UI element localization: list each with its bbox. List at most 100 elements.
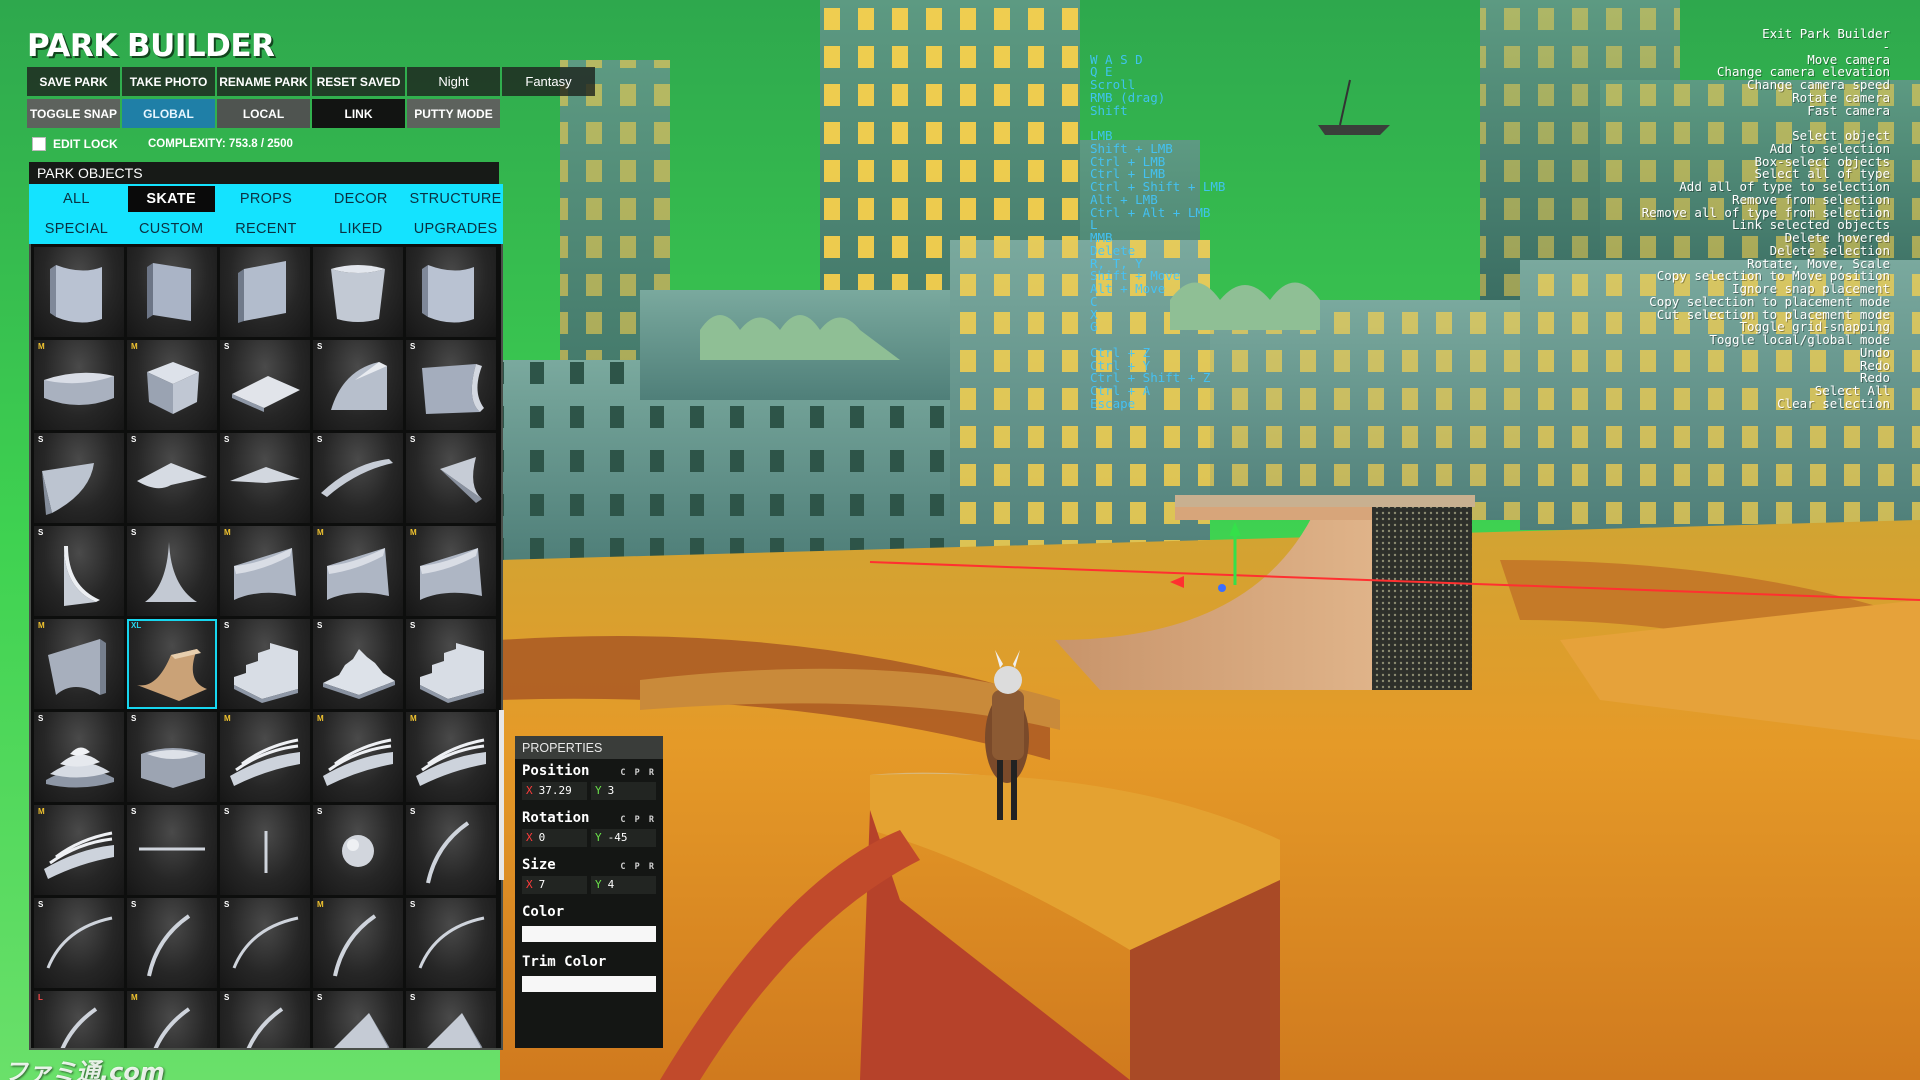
park-object-tile-tall-corner[interactable]: S (34, 526, 124, 616)
park-object-tile-curved-wall[interactable] (406, 247, 496, 337)
size-badge: M (224, 528, 231, 537)
size-cpr-buttons[interactable]: C P R (620, 862, 656, 872)
size-badge: S (317, 621, 323, 630)
tab-all[interactable]: ALL (29, 184, 124, 214)
keybind-action: Clear selection (1777, 395, 1890, 411)
tab-custom[interactable]: CUSTOM (124, 214, 219, 244)
park-object-tile-curved-stairs[interactable]: M (313, 712, 403, 802)
park-object-tile-vert-corner[interactable]: M (34, 619, 124, 709)
park-object-tile-flat-plate[interactable]: S (220, 340, 310, 430)
tab-liked[interactable]: LIKED (313, 214, 408, 244)
take-photo-button[interactable]: TAKE PHOTO (122, 67, 215, 96)
tab-upgrades[interactable]: UPGRADES (408, 214, 503, 244)
size-badge: S (224, 807, 230, 816)
park-object-tile-rail-curve[interactable]: S (220, 991, 310, 1048)
position-cpr-buttons[interactable]: C P R (620, 768, 656, 778)
park-object-tile-bowl-wall[interactable] (313, 247, 403, 337)
tab-special[interactable]: SPECIAL (29, 214, 124, 244)
tab-recent[interactable]: RECENT (219, 214, 314, 244)
position-x-field[interactable]: X 37.29 (522, 782, 587, 800)
park-object-tile-pyramid-stairs[interactable]: S (313, 619, 403, 709)
park-object-tile-round-stairs[interactable]: S (34, 712, 124, 802)
tab-structure[interactable]: STRUCTURE (408, 184, 503, 214)
box-icon (147, 362, 199, 414)
size-badge: S (317, 435, 323, 444)
global-button[interactable]: GLOBAL (122, 99, 215, 128)
reset-saved-button[interactable]: RESET SAVED (312, 67, 405, 96)
putty-mode-button[interactable]: PUTTY MODE (407, 99, 500, 128)
park-object-tile-wedge-ramp[interactable]: S (406, 991, 496, 1048)
park-object-tile-wedge-wall[interactable]: M (406, 526, 496, 616)
rename-park-button[interactable]: RENAME PARK (217, 67, 310, 96)
park-object-tile-rail-curve[interactable]: M (313, 898, 403, 988)
rotation-y-field[interactable]: Y -45 (591, 829, 656, 847)
size-badge: M (131, 342, 138, 351)
park-object-tile-stairs[interactable]: S (406, 619, 496, 709)
park-object-tile-extension-flat[interactable]: S (406, 433, 496, 523)
park-object-tile-stairs[interactable]: S (220, 619, 310, 709)
park-object-tile-wedge-wall[interactable]: M (220, 526, 310, 616)
tab-skate[interactable]: SKATE (127, 186, 215, 212)
size-badge: S (131, 528, 137, 537)
park-object-tile-hip[interactable]: S (127, 433, 217, 523)
park-object-tile-extension[interactable]: S (34, 433, 124, 523)
park-object-tile-rail-curve[interactable]: M (127, 991, 217, 1048)
edit-lock-toggle[interactable]: EDIT LOCK (32, 137, 118, 151)
park-object-tile-round-stairs-box[interactable]: S (127, 712, 217, 802)
halfpipe-icon (137, 649, 207, 701)
park-object-tile-rail-arc[interactable]: S (406, 898, 496, 988)
size-y-field[interactable]: Y 4 (591, 876, 656, 894)
park-object-tile-tall-spike[interactable]: S (127, 526, 217, 616)
link-button[interactable]: LINK (312, 99, 405, 128)
x-axis-label: X (526, 831, 533, 844)
park-object-tile-curved-wall[interactable] (34, 247, 124, 337)
tab-decor[interactable]: DECOR (313, 184, 408, 214)
rotation-x-value: 0 (538, 831, 546, 844)
park-object-tile-box[interactable]: M (127, 340, 217, 430)
park-object-tile-wedge-ramp[interactable]: S (313, 991, 403, 1048)
fantasy-button[interactable]: Fantasy (502, 67, 595, 96)
park-object-tile-bowl-corner[interactable]: M (34, 340, 124, 430)
park-object-tile-quarter-pipe-corner[interactable]: S (313, 340, 403, 430)
park-object-tile-wedge-wall[interactable]: M (313, 526, 403, 616)
size-badge: S (131, 714, 137, 723)
park-object-tile-rail-curve[interactable]: L (34, 991, 124, 1048)
park-object-tile-curved-stairs[interactable]: M (406, 712, 496, 802)
park-objects-scrollbar[interactable] (499, 710, 504, 880)
park-object-tile-hip-small[interactable]: S (220, 433, 310, 523)
save-park-button[interactable]: SAVE PARK (27, 67, 120, 96)
park-object-tile-wall-flat[interactable] (220, 247, 310, 337)
park-object-tile-halfpipe[interactable]: XL (127, 619, 217, 709)
keybind-row (1090, 117, 1890, 130)
edit-lock-checkbox[interactable] (32, 137, 46, 151)
park-object-tile-rail-flat[interactable]: S (127, 805, 217, 895)
toggle-snap-button[interactable]: TOGGLE SNAP (27, 99, 120, 128)
night-button[interactable]: Night (407, 67, 500, 96)
rotation-cpr-buttons[interactable]: C P R (620, 815, 656, 825)
park-object-tile-sphere[interactable]: S (313, 805, 403, 895)
park-object-tile-curved-stairs[interactable]: M (220, 712, 310, 802)
park-object-tile-rail-arc[interactable]: S (34, 898, 124, 988)
local-button[interactable]: LOCAL (217, 99, 310, 128)
park-object-tile-curved-stairs[interactable]: M (34, 805, 124, 895)
park-object-tile-rail-curve[interactable]: S (406, 805, 496, 895)
tab-props[interactable]: PROPS (219, 184, 314, 214)
size-badge: S (317, 993, 323, 1002)
rail-curve-icon (153, 1007, 191, 1048)
park-object-tile-rail-arc[interactable]: S (220, 898, 310, 988)
color-swatch[interactable] (522, 926, 656, 942)
park-object-tile-spine[interactable]: S (313, 433, 403, 523)
bowl-corner-icon (44, 372, 114, 405)
size-badge: S (131, 435, 137, 444)
trim-color-swatch[interactable] (522, 976, 656, 992)
park-object-tile-wall-panel[interactable] (127, 247, 217, 337)
rotation-x-field[interactable]: X 0 (522, 829, 587, 847)
size-badge: S (410, 993, 416, 1002)
park-object-tile-rail-vertical[interactable]: S (220, 805, 310, 895)
position-y-field[interactable]: Y 3 (591, 782, 656, 800)
park-object-tile-rail-curve[interactable]: S (127, 898, 217, 988)
size-badge: M (38, 807, 45, 816)
size-x-field[interactable]: X 7 (522, 876, 587, 894)
wedge-ramp-icon (334, 1013, 390, 1048)
park-object-tile-quarter-pipe[interactable]: S (406, 340, 496, 430)
